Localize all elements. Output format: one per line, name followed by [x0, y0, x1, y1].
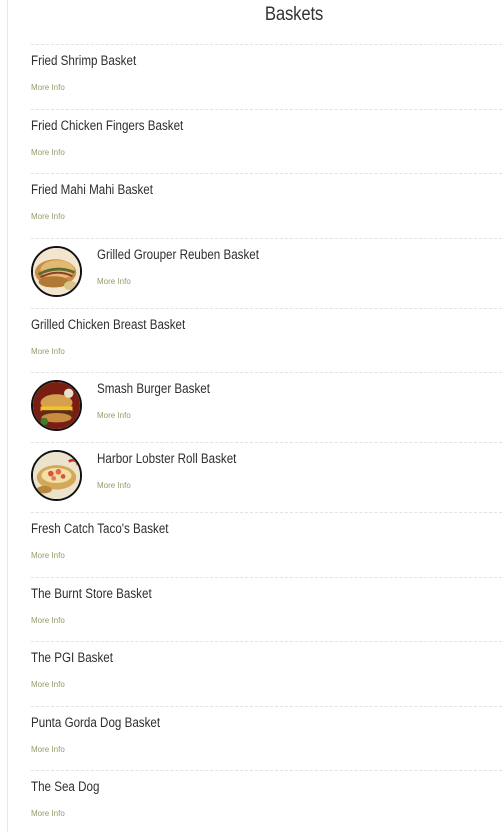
menu-item: Punta Gorda Dog Basket More Info [31, 705, 502, 771]
page-title: Baskets [264, 4, 324, 25]
more-info-link[interactable]: More Info [97, 411, 131, 420]
menu-item-name[interactable]: Harbor Lobster Roll Basket [97, 451, 236, 466]
menu-item-name[interactable]: Fried Mahi Mahi Basket [31, 182, 153, 197]
menu-item-name[interactable]: Fried Chicken Fingers Basket [31, 118, 183, 133]
burger-photo[interactable] [31, 380, 82, 431]
menu-item-name[interactable]: The Sea Dog [31, 779, 99, 794]
burger-image [33, 382, 80, 429]
menu-item: Grilled Chicken Breast Basket More Info [31, 307, 502, 373]
menu-item: Harbor Lobster Roll Basket More Info [31, 442, 502, 512]
baskets-menu-page: Baskets Fried Shrimp Basket More Info Fr… [0, 0, 502, 832]
menu-item-name[interactable]: Fresh Catch Taco's Basket [31, 521, 169, 536]
menu-item: Fried Shrimp Basket More Info [31, 44, 502, 109]
menu-item-name[interactable]: Smash Burger Basket [97, 381, 210, 396]
more-info-link[interactable]: More Info [31, 616, 65, 625]
menu-item: Fried Chicken Fingers Basket More Info [31, 108, 502, 174]
more-info-link[interactable]: More Info [31, 680, 65, 689]
more-info-link[interactable]: More Info [31, 745, 65, 754]
more-info-link[interactable]: More Info [97, 481, 131, 490]
left-divider [7, 0, 8, 832]
reuben-sandwich-photo[interactable] [31, 245, 82, 297]
menu-item: Grilled Grouper Reuben Basket More Info [31, 237, 502, 308]
more-info-link[interactable]: More Info [97, 277, 131, 286]
more-info-link[interactable]: More Info [31, 212, 65, 221]
menu-item-name[interactable]: Grilled Chicken Breast Basket [31, 317, 185, 332]
lobster-roll-image [33, 452, 80, 499]
menu-item: Smash Burger Basket More Info [31, 372, 502, 442]
lobster-roll-photo[interactable] [31, 450, 82, 501]
menu-item: The PGI Basket More Info [31, 641, 502, 706]
menu-item: Fried Mahi Mahi Basket More Info [31, 173, 502, 238]
reuben-sandwich-image [33, 247, 80, 295]
more-info-link[interactable]: More Info [31, 551, 65, 560]
more-info-link[interactable]: More Info [31, 809, 65, 818]
menu-item: Fresh Catch Taco's Basket More Info [31, 512, 502, 577]
menu-item-name[interactable]: Grilled Grouper Reuben Basket [97, 247, 259, 262]
more-info-link[interactable]: More Info [31, 148, 65, 157]
menu-item: The Sea Dog More Info [31, 770, 502, 832]
menu-item-name[interactable]: Fried Shrimp Basket [31, 53, 136, 68]
menu-item: The Burnt Store Basket More Info [31, 576, 502, 642]
menu-item-name[interactable]: The PGI Basket [31, 650, 113, 665]
more-info-link[interactable]: More Info [31, 347, 65, 356]
menu-item-name[interactable]: The Burnt Store Basket [31, 586, 152, 601]
more-info-link[interactable]: More Info [31, 83, 65, 92]
menu-list: Fried Shrimp Basket More Info Fried Chic… [31, 44, 502, 832]
menu-item-name[interactable]: Punta Gorda Dog Basket [31, 715, 160, 730]
